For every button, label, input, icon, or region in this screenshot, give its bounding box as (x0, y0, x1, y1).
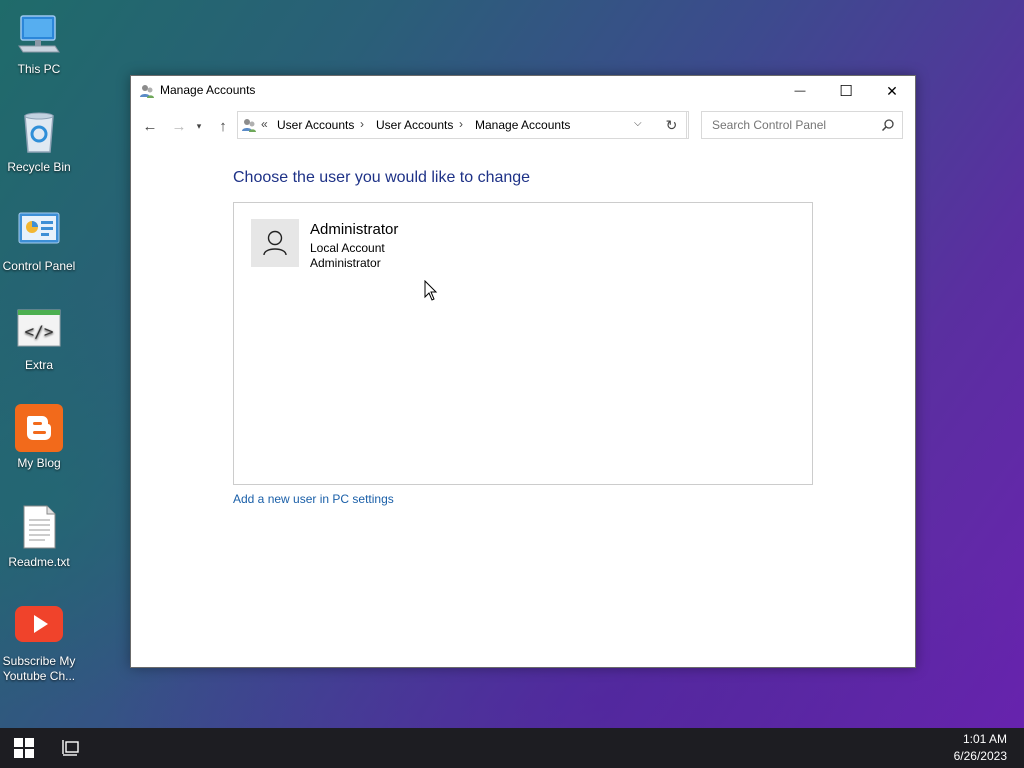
recent-locations-button[interactable]: ▾ (193, 116, 205, 136)
clock-time: 1:01 AM (962, 732, 1007, 746)
navigation-bar: ← → ▾ ↑ « User Accounts › User Accounts … (131, 110, 915, 142)
mouse-cursor-icon (424, 279, 438, 302)
search-input[interactable] (710, 117, 874, 133)
back-button[interactable]: ← (140, 116, 160, 136)
arrow-up-icon: ↑ (219, 117, 227, 135)
users-icon (241, 117, 257, 133)
manage-accounts-window: Manage Accounts — ☐ ✕ ← → ▾ ↑ « User Acc… (130, 75, 916, 668)
text-file-icon (15, 503, 63, 551)
taskbar: 1:01 AM 6/26/2023 (0, 728, 1024, 768)
minimize-icon: — (794, 85, 806, 97)
close-button[interactable]: ✕ (869, 76, 915, 106)
breadcrumb-overflow[interactable]: « (261, 117, 268, 131)
add-new-user-link[interactable]: Add a new user in PC settings (233, 492, 394, 506)
refresh-button[interactable]: ↻ (655, 111, 689, 139)
maximize-icon: ☐ (839, 83, 853, 100)
minimize-button[interactable]: — (777, 76, 823, 106)
desktop-icon-this-pc[interactable]: This PC (0, 10, 78, 77)
user-list: Administrator Local Account Administrato… (233, 202, 813, 485)
recycle-bin-icon (15, 108, 63, 156)
start-button[interactable] (14, 738, 34, 758)
search-box[interactable] (701, 111, 903, 139)
up-button[interactable]: ↑ (213, 116, 233, 136)
system-clock[interactable]: 1:01 AM 6/26/2023 (954, 731, 1007, 765)
blogger-icon (15, 404, 63, 452)
clock-date: 6/26/2023 (953, 749, 1007, 763)
breadcrumb-user-accounts-2[interactable]: User Accounts (376, 118, 453, 132)
user-account-administrator[interactable]: Administrator Local Account Administrato… (251, 219, 651, 270)
arrow-left-icon: ← (142, 117, 158, 135)
desktop-icon-label: Control Panel (2, 259, 76, 273)
users-icon (139, 83, 155, 99)
computer-icon (15, 10, 63, 58)
desktop-icon-label: Subscribe My Youtube Ch... (2, 654, 76, 683)
chevron-right-icon[interactable]: › (360, 117, 364, 131)
desktop-icon-readme[interactable]: Readme.txt (0, 503, 78, 570)
desktop-icon-label: My Blog (17, 456, 61, 470)
desktop-icon-my-blog[interactable]: My Blog (0, 404, 78, 471)
page-heading: Choose the user you would like to change (233, 169, 531, 186)
arrow-right-icon: → (171, 117, 187, 135)
user-account-type: Local Account (310, 241, 385, 255)
control-panel-icon (15, 207, 63, 255)
windows-logo-icon (14, 738, 34, 758)
chevron-down-icon: ▾ (196, 120, 202, 131)
breadcrumb-user-accounts[interactable]: User Accounts (277, 118, 354, 132)
user-name: Administrator (310, 221, 399, 238)
title-bar[interactable]: Manage Accounts — ☐ ✕ (131, 76, 915, 106)
desktop-icon-recycle-bin[interactable]: Recycle Bin (0, 108, 78, 175)
desktop-icon-label: Readme.txt (8, 555, 70, 569)
chevron-right-icon[interactable]: › (459, 117, 463, 131)
desktop-icon-label: Recycle Bin (7, 160, 71, 174)
user-avatar-icon (251, 219, 299, 267)
search-icon[interactable] (881, 118, 895, 132)
code-window-icon: </> (15, 306, 63, 354)
desktop-icon-youtube[interactable]: Subscribe My Youtube Ch... (0, 602, 78, 684)
window-title: Manage Accounts (160, 83, 256, 97)
user-role: Administrator (310, 256, 381, 270)
desktop-icon-extra[interactable]: </> Extra (0, 306, 78, 373)
task-view-button[interactable] (62, 739, 82, 757)
desktop-icon-label: This PC (17, 62, 61, 76)
close-icon: ✕ (886, 82, 898, 99)
address-bar[interactable]: « User Accounts › User Accounts › Manage… (237, 111, 687, 139)
desktop-icon-control-panel[interactable]: Control Panel (0, 207, 78, 274)
refresh-icon: ↻ (665, 116, 678, 133)
svg-text:</>: </> (25, 322, 54, 341)
chevron-down-icon[interactable]: ⌵ (634, 118, 642, 129)
forward-button[interactable]: → (169, 116, 189, 136)
breadcrumb-manage-accounts[interactable]: Manage Accounts (475, 118, 570, 132)
task-view-icon (62, 740, 79, 756)
youtube-icon (15, 602, 63, 650)
desktop-icon-label: Extra (24, 358, 53, 372)
maximize-button[interactable]: ☐ (823, 76, 869, 106)
